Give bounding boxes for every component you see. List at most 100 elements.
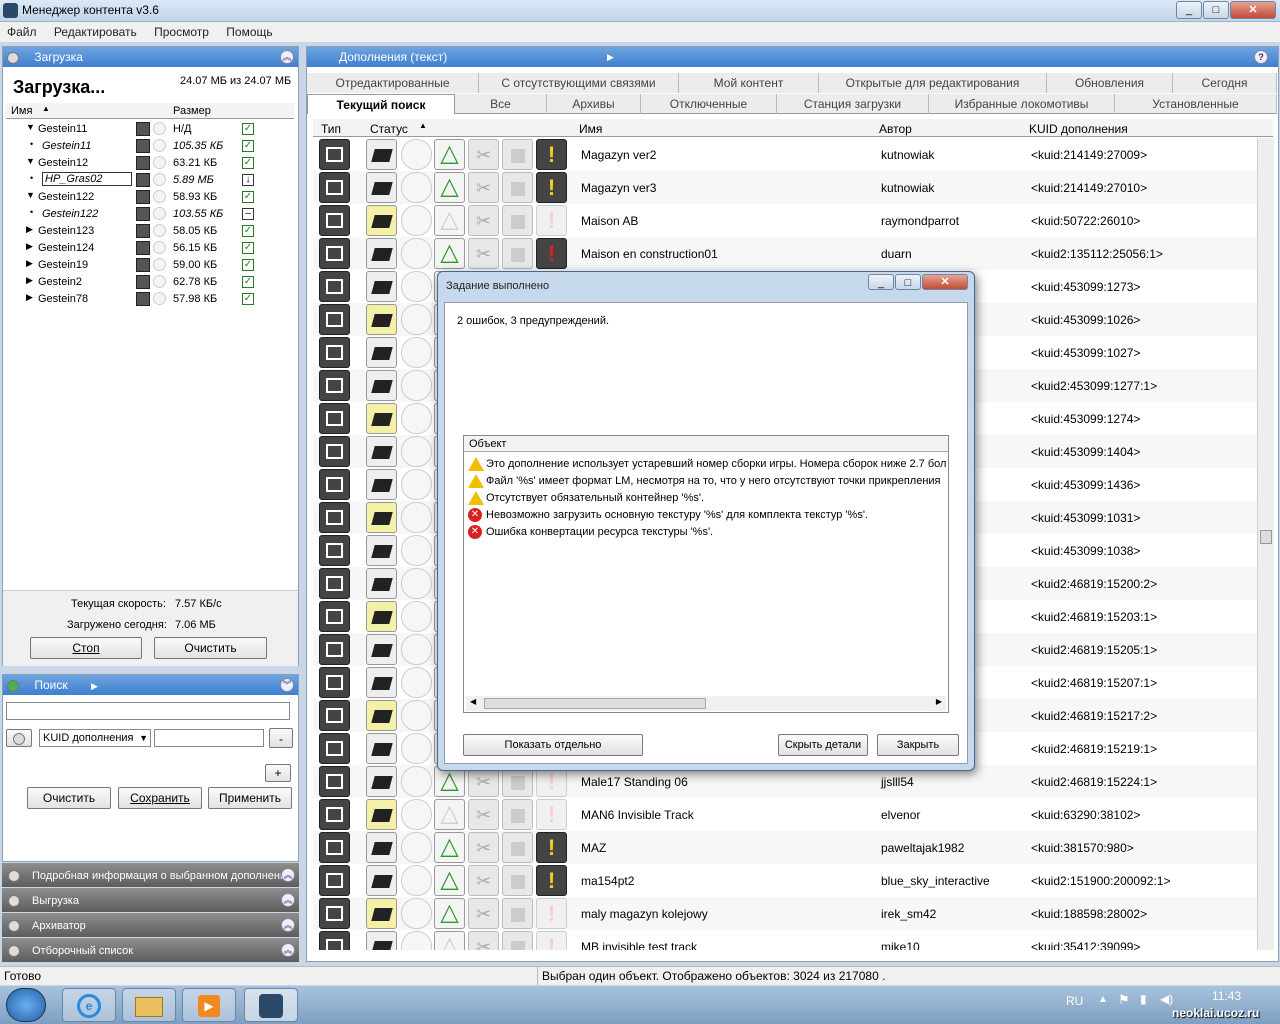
item-check-icon[interactable]: ✓ bbox=[242, 123, 254, 135]
tree-leaf-icon[interactable]: • bbox=[30, 207, 33, 217]
help-icon[interactable]: ? bbox=[1254, 50, 1268, 64]
show-separately-button[interactable]: Показать отдельно bbox=[463, 734, 643, 756]
tree-collapsed-icon[interactable]: ▶ bbox=[26, 275, 33, 286]
ie-icon[interactable]: e bbox=[62, 988, 116, 1022]
hide-details-button[interactable]: Скрыть детали bbox=[778, 734, 868, 756]
tab-tabs_row2-6[interactable]: Установленные bbox=[1115, 94, 1277, 114]
panel-shortlist[interactable]: Отборочный список ︽ bbox=[2, 938, 299, 962]
tree-expanded-icon[interactable]: ▼ bbox=[26, 122, 35, 132]
filter-value-input[interactable] bbox=[154, 729, 264, 747]
tree-expanded-icon[interactable]: ▼ bbox=[26, 190, 35, 200]
content-manager-taskbar-icon[interactable] bbox=[244, 988, 298, 1022]
search-clear-button[interactable]: Очистить bbox=[27, 787, 111, 809]
search-save-button[interactable]: Сохранить bbox=[118, 787, 202, 809]
explorer-icon[interactable] bbox=[122, 988, 176, 1022]
minimize-button[interactable]: _ bbox=[1176, 1, 1202, 19]
stop-button[interactable]: Стоп bbox=[30, 637, 142, 659]
item-check-icon[interactable]: ✓ bbox=[242, 259, 254, 271]
field-select[interactable]: KUID дополнения ▼ bbox=[39, 729, 151, 747]
item-check-icon[interactable]: ✓ bbox=[242, 293, 254, 305]
col-author[interactable]: Автор bbox=[879, 122, 912, 136]
tree-leaf-icon[interactable]: • bbox=[30, 139, 33, 149]
tab-tabs_row2-2[interactable]: Архивы bbox=[547, 94, 641, 114]
item-check-icon[interactable]: ✓ bbox=[242, 242, 254, 254]
clock[interactable]: 11:43 bbox=[1212, 989, 1241, 1003]
tree-collapsed-icon[interactable]: ▶ bbox=[26, 241, 33, 252]
download-row[interactable]: • HP_Gras02 5.89 МБ ↓ bbox=[6, 172, 294, 189]
item-check-icon[interactable]: ✓ bbox=[242, 157, 254, 169]
panel-upload[interactable]: Выгрузка ︽ bbox=[2, 888, 299, 912]
message-row[interactable]: Отсутствует обязательный контейнер '%s'. bbox=[466, 490, 946, 507]
vertical-scrollbar[interactable] bbox=[1257, 138, 1274, 950]
tab-tabs_row2-5[interactable]: Избранные локомотивы bbox=[929, 94, 1115, 114]
tab-tabs_row1-5[interactable]: Сегодня bbox=[1173, 73, 1277, 93]
table-row[interactable]: △ ✂! MAZ paweltajak1982 <kuid:381570:980> bbox=[313, 831, 1259, 864]
item-check-icon[interactable]: ↓ bbox=[242, 174, 254, 186]
content-panel-header[interactable]: Дополнения (текст) ▶ ? bbox=[307, 47, 1278, 67]
table-row[interactable]: △ ✂! Magazyn ver3 kutnowiak <kuid:214149:270… bbox=[313, 171, 1259, 204]
col-status[interactable]: Статус bbox=[370, 122, 408, 136]
download-row[interactable]: • Gestein122 103.55 КБ – bbox=[6, 206, 294, 223]
panel-details[interactable]: Подробная информация о выбранном дополне… bbox=[2, 863, 299, 887]
tab-tabs_row1-2[interactable]: Мой контент bbox=[679, 73, 819, 93]
plus-button[interactable]: + bbox=[265, 764, 291, 782]
item-check-icon[interactable]: ✓ bbox=[242, 225, 254, 237]
tab-tabs_row2-1[interactable]: Все bbox=[455, 94, 547, 114]
menu-help[interactable]: Помощь bbox=[226, 25, 272, 39]
tab-tabs_row1-1[interactable]: С отсутствующими связями bbox=[479, 73, 679, 93]
clear-download-button[interactable]: Очистить bbox=[154, 637, 267, 659]
download-row[interactable]: ▼ Gestein122 58.93 КБ ✓ bbox=[6, 189, 294, 206]
tray-arrow-icon[interactable]: ▲ bbox=[1098, 994, 1108, 1005]
search-panel-header[interactable]: Поиск ▶ ︾ bbox=[3, 675, 298, 695]
tab-tabs_row2-0[interactable]: Текущий поиск bbox=[307, 94, 455, 114]
table-row[interactable]: △ ✂! Magazyn ver2 kutnowiak <kuid:214149:270… bbox=[313, 138, 1259, 171]
download-row[interactable]: ▼ Gestein11 Н/Д ✓ bbox=[6, 121, 294, 138]
tab-tabs_row1-4[interactable]: Обновления bbox=[1047, 73, 1173, 93]
expand-chevron-icon[interactable]: ︽ bbox=[281, 918, 295, 932]
table-row[interactable]: △ ✂! maly magazyn kolejowy irek_sm42 <kuid:1… bbox=[313, 897, 1259, 930]
message-row[interactable]: Это дополнение использует устаревший ном… bbox=[466, 456, 946, 473]
message-row[interactable]: ✕ Невозможно загрузить основную текстуру … bbox=[466, 507, 946, 524]
expand-chevron-icon[interactable]: ︽ bbox=[281, 868, 295, 882]
download-row[interactable]: ▶ Gestein78 57.98 КБ ✓ bbox=[6, 291, 294, 308]
scrollbar-thumb[interactable] bbox=[1260, 530, 1272, 544]
tree-collapsed-icon[interactable]: ▶ bbox=[26, 292, 33, 303]
search-apply-button[interactable]: Применить bbox=[208, 787, 292, 809]
table-row[interactable]: △ ✂! ma154pt2 blue_sky_interactive <kuid2:15… bbox=[313, 864, 1259, 897]
search-input[interactable] bbox=[6, 702, 290, 720]
collapse-chevron-icon[interactable]: ︾ bbox=[280, 678, 294, 692]
download-row[interactable]: ▼ Gestein12 63.21 КБ ✓ bbox=[6, 155, 294, 172]
table-row[interactable]: △ ✂! Maison AB raymondparrot <kuid:50722:260… bbox=[313, 204, 1259, 237]
collapse-chevron-icon[interactable]: ︽ bbox=[280, 50, 294, 64]
tree-expanded-icon[interactable]: ▼ bbox=[26, 156, 35, 166]
network-icon[interactable]: ▮ bbox=[1140, 992, 1147, 1006]
col-size[interactable]: Размер bbox=[173, 105, 211, 117]
maximize-button[interactable]: □ bbox=[1203, 1, 1229, 19]
messages-list-header[interactable]: Объект bbox=[464, 436, 948, 452]
tab-tabs_row1-3[interactable]: Открытые для редактирования bbox=[819, 73, 1047, 93]
table-row[interactable]: △ ✂! Maison en construction01 duarn <kuid2:1… bbox=[313, 237, 1259, 270]
tree-leaf-icon[interactable]: • bbox=[30, 173, 33, 183]
volume-icon[interactable]: ◀) bbox=[1160, 992, 1173, 1006]
menu-file[interactable]: Файл bbox=[7, 25, 37, 39]
item-check-icon[interactable]: – bbox=[242, 208, 254, 220]
language-indicator[interactable]: RU bbox=[1066, 994, 1083, 1008]
expand-chevron-icon[interactable]: ︽ bbox=[281, 943, 295, 957]
flag-icon[interactable]: ⚑ bbox=[1118, 992, 1130, 1008]
item-check-icon[interactable]: ✓ bbox=[242, 140, 254, 152]
panel-archiver[interactable]: Архиватор ︽ bbox=[2, 913, 299, 937]
item-check-icon[interactable]: ✓ bbox=[242, 191, 254, 203]
message-row[interactable]: ✕ Ошибка конвертации ресурса текстуры '%s… bbox=[466, 524, 946, 541]
close-button[interactable]: ✕ bbox=[1230, 1, 1276, 19]
menu-edit[interactable]: Редактировать bbox=[54, 25, 137, 39]
download-row[interactable]: ▶ Gestein124 56.15 КБ ✓ bbox=[6, 240, 294, 257]
dialog-minimize-button[interactable]: _ bbox=[868, 274, 894, 290]
col-name[interactable]: Имя bbox=[579, 122, 602, 136]
minus-button[interactable]: - bbox=[269, 728, 293, 748]
table-row[interactable]: △ ✂! MB invisible test track mike10 <kuid:35… bbox=[313, 930, 1259, 950]
message-row[interactable]: Файл '%s' имеет формат LM, несмотря на т… bbox=[466, 473, 946, 490]
download-row[interactable]: ▶ Gestein123 58.05 КБ ✓ bbox=[6, 223, 294, 240]
tab-tabs_row2-3[interactable]: Отключенные bbox=[641, 94, 777, 114]
start-button[interactable] bbox=[6, 988, 46, 1022]
expand-chevron-icon[interactable]: ︽ bbox=[281, 893, 295, 907]
